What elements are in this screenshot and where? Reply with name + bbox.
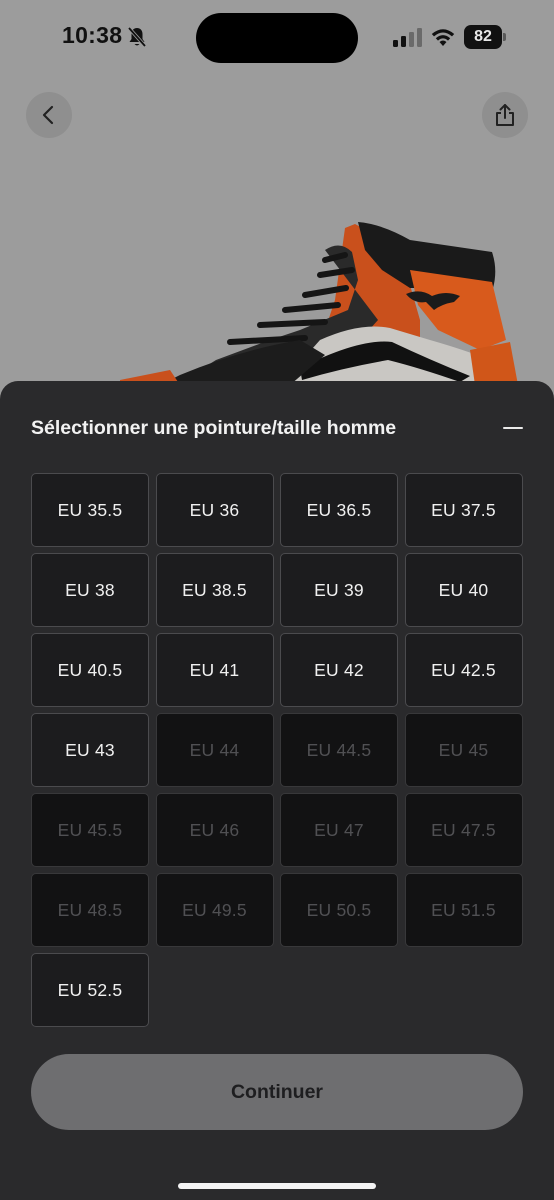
- size-option: EU 50.5: [280, 873, 398, 947]
- size-option: EU 44.5: [280, 713, 398, 787]
- battery-level: 82: [464, 25, 502, 49]
- size-option: EU 44: [155, 713, 274, 787]
- battery-tip: [503, 33, 506, 41]
- size-option: EU 51.5: [404, 873, 523, 947]
- continue-button[interactable]: Continuer: [31, 1054, 523, 1130]
- minus-icon: [503, 427, 523, 429]
- size-option[interactable]: EU 42: [280, 633, 398, 707]
- size-option[interactable]: EU 40: [404, 553, 523, 627]
- size-option[interactable]: EU 36.5: [280, 473, 398, 547]
- sheet-title: Sélectionner une pointure/taille homme: [31, 417, 397, 439]
- share-button[interactable]: [482, 92, 528, 138]
- size-option: EU 45.5: [31, 793, 149, 867]
- share-icon: [496, 104, 514, 126]
- size-option[interactable]: EU 38.5: [155, 553, 274, 627]
- collapse-button[interactable]: [498, 413, 528, 443]
- size-option[interactable]: EU 38: [31, 553, 149, 627]
- back-button[interactable]: [26, 92, 72, 138]
- size-option: EU 48.5: [31, 873, 149, 947]
- status-time: 10:38: [62, 22, 123, 48]
- chevron-left-icon: [42, 105, 54, 125]
- home-indicator: [178, 1183, 376, 1189]
- bell-off-icon: [127, 26, 147, 48]
- product-image: [120, 222, 518, 385]
- size-option: EU 46: [155, 793, 274, 867]
- dynamic-island: [196, 13, 358, 63]
- battery-icon: 82: [464, 25, 506, 49]
- size-option[interactable]: EU 40.5: [31, 633, 149, 707]
- size-option: EU 47.5: [404, 793, 523, 867]
- size-option[interactable]: EU 52.5: [31, 953, 149, 1027]
- size-option: EU 45: [404, 713, 523, 787]
- size-option[interactable]: EU 35.5: [31, 473, 149, 547]
- size-option[interactable]: EU 36: [155, 473, 274, 547]
- size-option[interactable]: EU 43: [31, 713, 149, 787]
- size-option[interactable]: EU 37.5: [404, 473, 523, 547]
- status-bar: 10:38 82: [0, 0, 554, 80]
- signal-icon: [393, 28, 422, 47]
- product-screen: 10:38 82 Sélectionner une pointure/taill…: [0, 0, 554, 1200]
- size-option: EU 47: [280, 793, 398, 867]
- wifi-icon: [431, 29, 455, 46]
- size-selection-sheet: Sélectionner une pointure/taille homme E…: [0, 381, 554, 1200]
- size-option[interactable]: EU 39: [280, 553, 398, 627]
- size-option[interactable]: EU 41: [155, 633, 274, 707]
- size-option[interactable]: EU 42.5: [404, 633, 523, 707]
- size-option: EU 49.5: [155, 873, 274, 947]
